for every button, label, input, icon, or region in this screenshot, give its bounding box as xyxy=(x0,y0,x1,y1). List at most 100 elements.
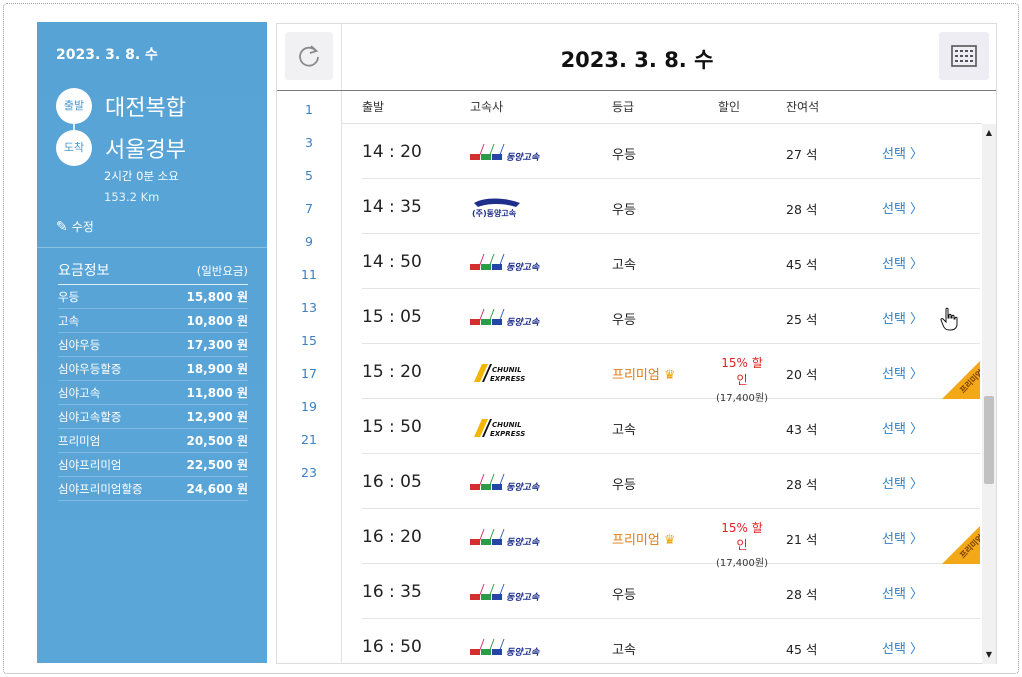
bus-company-logo: 동양고속 xyxy=(470,635,550,659)
bus-grade-label: 우등 xyxy=(612,478,636,493)
select-button[interactable]: 선택 〉 xyxy=(882,638,923,657)
svg-text:동양고속: 동양고속 xyxy=(506,152,540,163)
select-button[interactable]: 선택 〉 xyxy=(882,418,923,437)
select-button[interactable]: 선택 〉 xyxy=(882,253,923,272)
hand-cursor-icon xyxy=(940,307,958,331)
hour-link-13[interactable]: 13 xyxy=(277,300,341,333)
edit-route-button[interactable]: ✎ 수정 xyxy=(56,218,94,235)
schedule-row: 14 : 50 동양고속 고속 45 석 선택 〉 xyxy=(362,234,980,289)
fare-grade: 심야우등할증 xyxy=(58,361,122,376)
bus-grade-label: 고속 xyxy=(612,423,636,438)
bus-grade: 우등 xyxy=(612,584,636,603)
hour-link-23[interactable]: 23 xyxy=(277,465,341,498)
crown-icon: ♛ xyxy=(663,533,676,548)
hour-link-15[interactable]: 15 xyxy=(277,333,341,366)
bus-grade: 프리미엄 ♛ xyxy=(612,364,676,383)
hour-link-17[interactable]: 17 xyxy=(277,366,341,399)
refresh-button[interactable] xyxy=(285,32,333,80)
fare-grade: 고속 xyxy=(58,313,80,328)
calendar-icon xyxy=(951,45,977,67)
scrollbar[interactable]: ▲ ▼ xyxy=(982,124,996,664)
select-button[interactable]: 선택 〉 xyxy=(882,143,923,162)
hour-link-11[interactable]: 11 xyxy=(277,267,341,300)
svg-text:동양고속: 동양고속 xyxy=(506,482,540,493)
select-button[interactable]: 선택 〉 xyxy=(882,363,923,382)
col-seats: 잔여석 xyxy=(786,100,820,114)
select-button[interactable]: 선택 〉 xyxy=(882,528,923,547)
bus-company-logo: 동양고속 xyxy=(470,305,550,329)
scroll-down-arrow-icon[interactable]: ▼ xyxy=(982,648,996,662)
schedule-row: 16 : 35 동양고속 우등 28 석 선택 〉 xyxy=(362,564,980,619)
fare-row: 프리미엄 20,500 원 xyxy=(58,429,248,453)
bus-grade-label: 프리미엄 xyxy=(612,368,660,383)
hour-link-19[interactable]: 19 xyxy=(277,399,341,432)
route-summary-panel: 2023. 3. 8. 수 출발 대전복합 도착 서울경부 2시간 0분 소요 … xyxy=(37,22,267,663)
remaining-seats: 28 석 xyxy=(786,587,818,602)
summary-date: 2023. 3. 8. 수 xyxy=(56,47,158,63)
hour-link-5[interactable]: 5 xyxy=(277,168,341,201)
svg-text:동양고속: 동양고속 xyxy=(506,317,540,328)
bus-grade-label: 우등 xyxy=(612,588,636,603)
hour-link-21[interactable]: 21 xyxy=(277,432,341,465)
premium-ribbon: 프리미엄 xyxy=(942,524,980,564)
bus-company-logo: (주)동양고속 xyxy=(470,195,550,219)
calendar-button[interactable] xyxy=(939,32,989,80)
schedule-list: 14 : 20 동양고속 우등 27 석 선택 〉 14 : 35 (주)동양고속 우등 28 … xyxy=(362,124,980,664)
svg-text:동양고속: 동양고속 xyxy=(506,262,540,273)
divider xyxy=(37,247,267,248)
svg-text:(주)동양고속: (주)동양고속 xyxy=(472,208,517,218)
select-button[interactable]: 선택 〉 xyxy=(882,198,923,217)
select-button[interactable]: 선택 〉 xyxy=(882,473,923,492)
fare-price: 22,500 원 xyxy=(186,458,248,472)
fare-grade: 심야고속 xyxy=(58,385,101,400)
arrival-badge: 도착 xyxy=(56,130,92,166)
discount-info: 15% 할인 (17,400원) xyxy=(716,519,768,569)
departure-time: 14 : 35 xyxy=(362,197,422,217)
bus-grade: 우등 xyxy=(612,199,636,218)
fare-list: 우등 15,800 원 고속 10,800 원 심야우등 17,300 원 심야우등할증 18… xyxy=(58,284,248,501)
fare-price: 11,800 원 xyxy=(186,386,248,400)
fare-subtitle: (일반요금) xyxy=(196,264,248,278)
remaining-seats: 25 석 xyxy=(786,312,818,327)
select-button[interactable]: 선택 〉 xyxy=(882,583,923,602)
col-discount: 할인 xyxy=(718,100,741,114)
departure-time: 14 : 20 xyxy=(362,142,422,162)
scroll-up-arrow-icon[interactable]: ▲ xyxy=(982,126,996,140)
bus-grade-label: 고속 xyxy=(612,258,636,273)
fare-header: 요금정보 (일반요금) xyxy=(58,260,248,280)
hour-link-9[interactable]: 9 xyxy=(277,234,341,267)
hour-link-7[interactable]: 7 xyxy=(277,201,341,234)
svg-text:EXPRESS: EXPRESS xyxy=(490,375,525,383)
bus-company-logo: CHUNIL EXPRESS xyxy=(470,415,550,439)
scrollbar-thumb[interactable] xyxy=(984,396,994,484)
select-button[interactable]: 선택 〉 xyxy=(882,308,923,327)
svg-text:동양고속: 동양고속 xyxy=(506,592,540,603)
bus-grade: 고속 xyxy=(612,639,636,658)
fare-grade: 심야프리미엄 xyxy=(58,457,122,472)
departure-terminal: 대전복합 xyxy=(105,96,186,121)
svg-text:EXPRESS: EXPRESS xyxy=(490,430,525,438)
hour-column-divider xyxy=(341,24,342,664)
crown-icon: ♛ xyxy=(663,368,676,383)
fare-row: 심야프리미엄할증 24,600 원 xyxy=(58,477,248,501)
schedule-row: 14 : 20 동양고속 우등 27 석 선택 〉 xyxy=(362,124,980,179)
departure-time: 16 : 20 xyxy=(362,527,422,547)
fare-price: 12,900 원 xyxy=(186,410,248,424)
fare-grade: 심야우등 xyxy=(58,337,101,352)
bus-company-logo: 동양고속 xyxy=(470,140,550,164)
hour-link-1[interactable]: 1 xyxy=(277,102,341,135)
fare-price: 17,300 원 xyxy=(186,338,248,352)
timetable-panel: 2023. 3. 8. 수 1 3 5 7 9 11 13 15 17 19 21 23 출발 고속사… xyxy=(276,23,997,664)
remaining-seats: 28 석 xyxy=(786,202,818,217)
schedule-row: 16 : 50 동양고속 고속 45 석 선택 〉 xyxy=(362,619,980,664)
schedule-row: 16 : 20 동양고속 프리미엄 ♛ 15% 할인 (17,400원) 21 석 선택 〉 프… xyxy=(362,509,980,569)
fare-grade: 심야고속할증 xyxy=(58,409,122,424)
fare-row: 심야고속 11,800 원 xyxy=(58,381,248,405)
trip-duration: 2시간 0분 소요 xyxy=(104,169,179,183)
bus-grade: 우등 xyxy=(612,144,636,163)
bus-company-logo: 동양고속 xyxy=(470,250,550,274)
premium-ribbon-label: 프리미엄 xyxy=(957,367,980,396)
remaining-seats: 45 석 xyxy=(786,642,818,657)
premium-ribbon: 프리미엄 xyxy=(942,359,980,399)
hour-link-3[interactable]: 3 xyxy=(277,135,341,168)
